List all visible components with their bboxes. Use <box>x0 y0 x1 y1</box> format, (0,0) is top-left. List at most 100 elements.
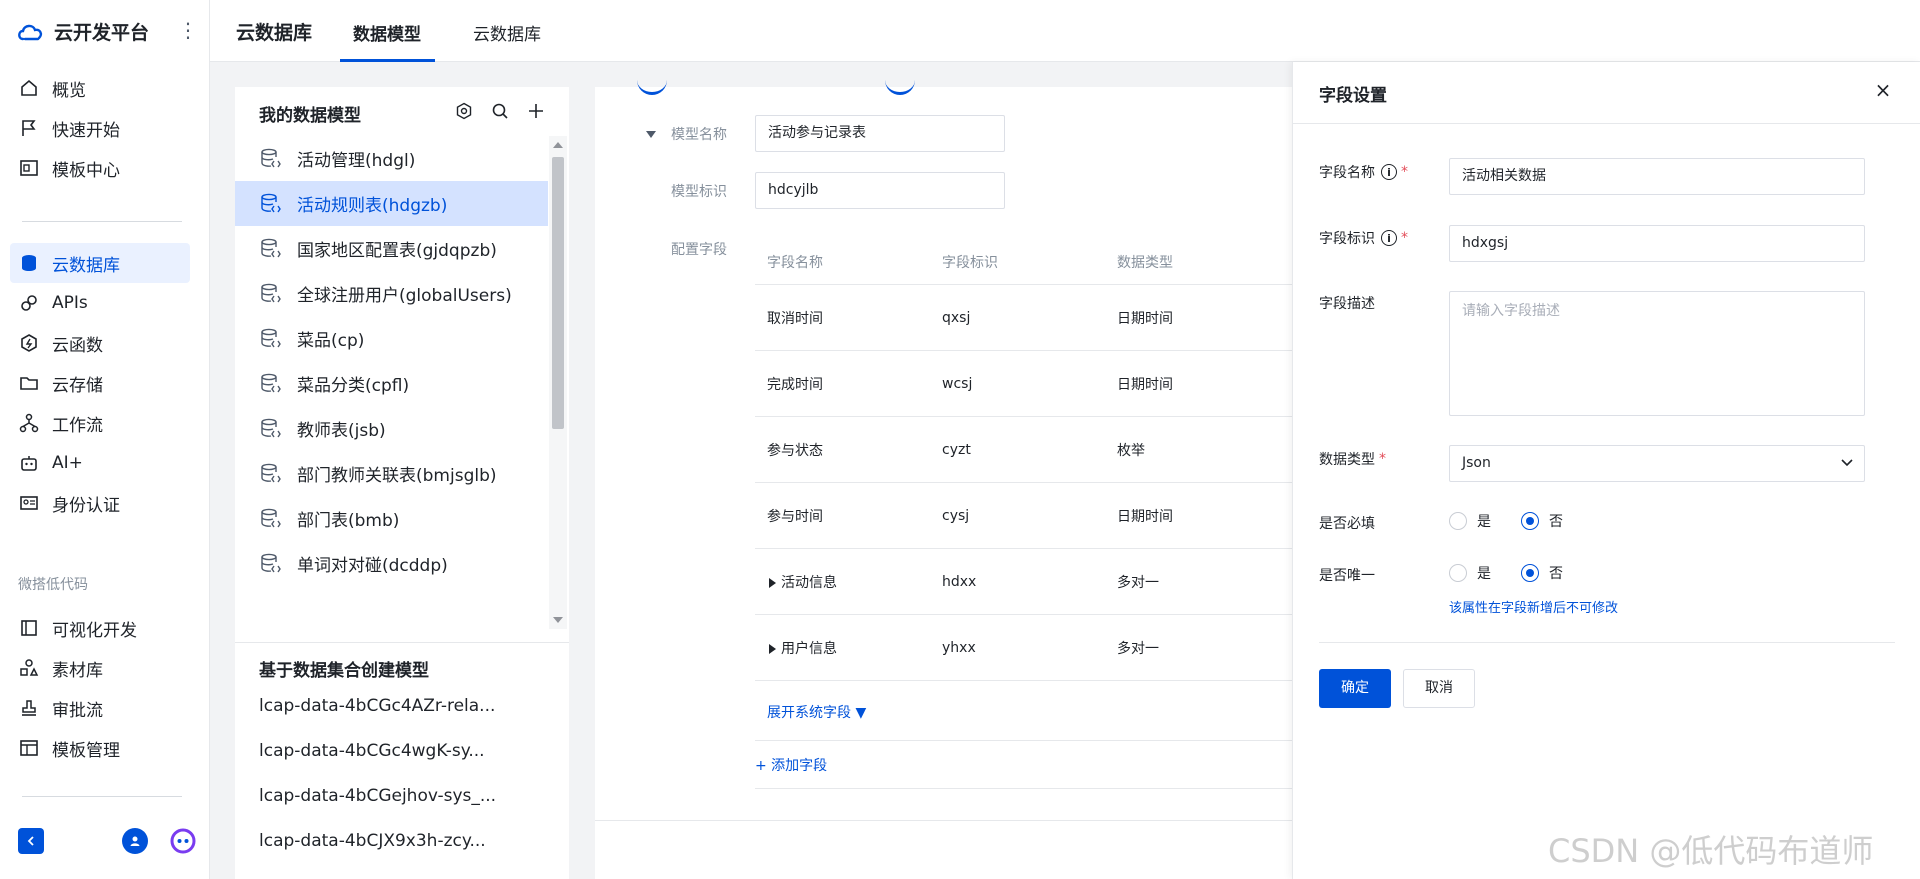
radio-no[interactable] <box>1521 564 1539 582</box>
nav-label: 审批流 <box>52 700 103 721</box>
brand[interactable]: 云开发平台 <box>16 18 149 45</box>
table-row[interactable]: 用户信息 yhxx 多对一 <box>755 615 1315 681</box>
nav-item-template-manage[interactable]: 模板管理 <box>10 728 190 768</box>
fields-table: 字段名称 字段标识 数据类型 取消时间 qxsj 日期时间 完成时间 wcsj 日期时间参… <box>755 240 1315 681</box>
dataset-item[interactable]: lcap-data-4bCGc4AZr-rela... <box>259 696 549 741</box>
scroll-up-arrow-icon[interactable] <box>553 142 563 148</box>
radio-yes[interactable] <box>1449 564 1467 582</box>
info-icon[interactable]: i <box>1381 164 1397 180</box>
cloud-logo-icon <box>16 22 44 42</box>
nav-label: 可视化开发 <box>52 620 137 641</box>
scroll-down-arrow-icon[interactable] <box>553 617 563 623</box>
model-item[interactable]: 单词对对碰(dcddp) <box>235 541 548 579</box>
nav-item-materials[interactable]: 素材库 <box>10 648 190 688</box>
required-mark: * <box>1401 164 1408 180</box>
user-icon <box>130 836 140 846</box>
section-lowcode: 微搭低代码 <box>18 577 88 593</box>
nav-item-approval[interactable]: 审批流 <box>10 688 190 728</box>
radio-no[interactable] <box>1521 512 1539 530</box>
model-item[interactable]: 菜品(cp) <box>235 316 548 361</box>
scrollbar-thumb[interactable] <box>552 157 564 429</box>
nav-item-overview[interactable]: 概览 <box>10 68 190 108</box>
model-list-scrollbar[interactable] <box>549 136 567 629</box>
cancel-button[interactable]: 取消 <box>1403 669 1475 708</box>
radio-yes[interactable] <box>1449 512 1467 530</box>
dataset-item[interactable]: lcap-data-4bCJX9x3h-zcy... <box>259 831 549 876</box>
expand-system-fields-link[interactable]: 展开系统字段 ▼ <box>767 702 866 722</box>
collapse-sidebar-button[interactable] <box>18 828 44 854</box>
data-type-select[interactable]: Json <box>1449 445 1865 482</box>
nav-item-ai[interactable]: AI+ <box>10 443 190 483</box>
nav-item-visual-dev[interactable]: 可视化开发 <box>10 608 190 648</box>
model-item[interactable]: 全球注册用户(globalUsers) <box>235 271 548 316</box>
add-field-link[interactable]: + 添加字段 <box>755 755 827 775</box>
table-row[interactable]: 活动信息 hdxx 多对一 <box>755 549 1315 615</box>
dataset-item[interactable]: lcap-data-4bCGejhov-sys_... <box>259 786 549 831</box>
nav-item-quickstart[interactable]: 快速开始 <box>10 108 190 148</box>
model-item[interactable]: 活动管理(hdgl) <box>235 136 548 181</box>
fields-label: 配置字段 <box>671 242 727 258</box>
field-id-input[interactable]: hdxgsj <box>1449 225 1865 262</box>
field-desc-textarea[interactable]: 请输入字段描述 <box>1449 291 1865 416</box>
step-indicator <box>637 79 667 95</box>
tab-cloud-database[interactable]: 云数据库 <box>473 20 541 45</box>
divider <box>22 221 182 222</box>
expand-arrow-icon[interactable] <box>769 643 776 654</box>
nav-item-template-center[interactable]: 模板中心 <box>10 148 190 188</box>
model-database-icon <box>259 192 283 216</box>
add-icon[interactable] <box>525 100 547 122</box>
settings-icon[interactable] <box>453 100 475 122</box>
field-name-input[interactable]: 活动相关数据 <box>1449 158 1865 195</box>
nav-item-functions[interactable]: 云函数 <box>10 323 190 363</box>
nav-item-workflow[interactable]: 工作流 <box>10 403 190 443</box>
step-indicator <box>885 79 915 95</box>
nav-item-storage[interactable]: 云存储 <box>10 363 190 403</box>
nav-item-apis[interactable]: APIs <box>10 283 190 323</box>
user-avatar-button[interactable] <box>122 828 148 854</box>
model-name-field[interactable]: 活动参与记录表 <box>755 115 1005 152</box>
model-item[interactable]: 部门表(bmb) <box>235 496 548 541</box>
cell-field-id: yhxx <box>942 639 976 656</box>
tab-data-model[interactable]: 数据模型 <box>353 20 421 45</box>
nav-label: 身份认证 <box>52 495 120 516</box>
cell-field-name: 参与时间 <box>755 506 930 526</box>
nav-item-auth[interactable]: 身份认证 <box>10 483 190 523</box>
model-name: 部门教师关联表(bmjsglb) <box>297 466 497 486</box>
search-icon[interactable] <box>489 100 511 122</box>
collapse-arrow-icon[interactable] <box>646 131 656 138</box>
dataset-item[interactable]: lcap-data-4bCGc4wgK-sy... <box>259 741 549 786</box>
close-icon[interactable]: × <box>1871 78 1895 102</box>
nav-main: 云数据库 APIs 云函数 云存储 工作流 AI+ 身份认证 <box>10 243 190 523</box>
model-database-icon <box>259 552 283 576</box>
shapes-icon <box>18 657 40 679</box>
more-vertical-icon[interactable]: ⋮ <box>178 18 198 42</box>
table-row[interactable]: 完成时间 wcsj 日期时间 <box>755 351 1315 417</box>
table-row[interactable]: 取消时间 qxsj 日期时间 <box>755 285 1315 351</box>
model-item[interactable]: 活动规则表(hdgzb) <box>235 181 548 226</box>
nav-label: 云存储 <box>52 375 103 396</box>
table-row[interactable]: 参与状态 cyzt 枚举 <box>755 417 1315 483</box>
model-item[interactable]: 教师表(jsb) <box>235 406 548 451</box>
function-icon <box>18 332 40 354</box>
cell-data-type: 枚举 <box>1117 442 1145 459</box>
model-item[interactable]: 国家地区配置表(gjdqpzb) <box>235 226 548 271</box>
active-tab-indicator <box>340 59 435 62</box>
label-text: 字段描述 <box>1319 296 1375 312</box>
divider <box>755 740 1295 741</box>
model-item[interactable]: 部门教师关联表(bmjsglb) <box>235 451 548 496</box>
table-header: 字段名称 字段标识 数据类型 <box>755 240 1315 285</box>
unique-hint: 该属性在字段新增后不可修改 <box>1449 601 1619 616</box>
model-item[interactable]: 菜品分类(cpfl) <box>235 361 548 406</box>
assistant-bot-button[interactable] <box>168 826 198 856</box>
table-row[interactable]: 参与时间 cysj 日期时间 <box>755 483 1315 549</box>
nav-label: 工作流 <box>52 415 103 436</box>
model-id-field[interactable]: hdcyjlb <box>755 172 1005 209</box>
panel-toolbar <box>453 100 547 122</box>
model-name: 菜品(cp) <box>297 331 365 351</box>
my-models-title: 我的数据模型 <box>259 106 361 126</box>
info-icon[interactable]: i <box>1381 230 1397 246</box>
nav-item-database[interactable]: 云数据库 <box>10 243 190 283</box>
expand-arrow-icon[interactable] <box>769 577 776 588</box>
label-text: 是否必填 <box>1319 516 1375 532</box>
confirm-button[interactable]: 确定 <box>1319 669 1391 708</box>
